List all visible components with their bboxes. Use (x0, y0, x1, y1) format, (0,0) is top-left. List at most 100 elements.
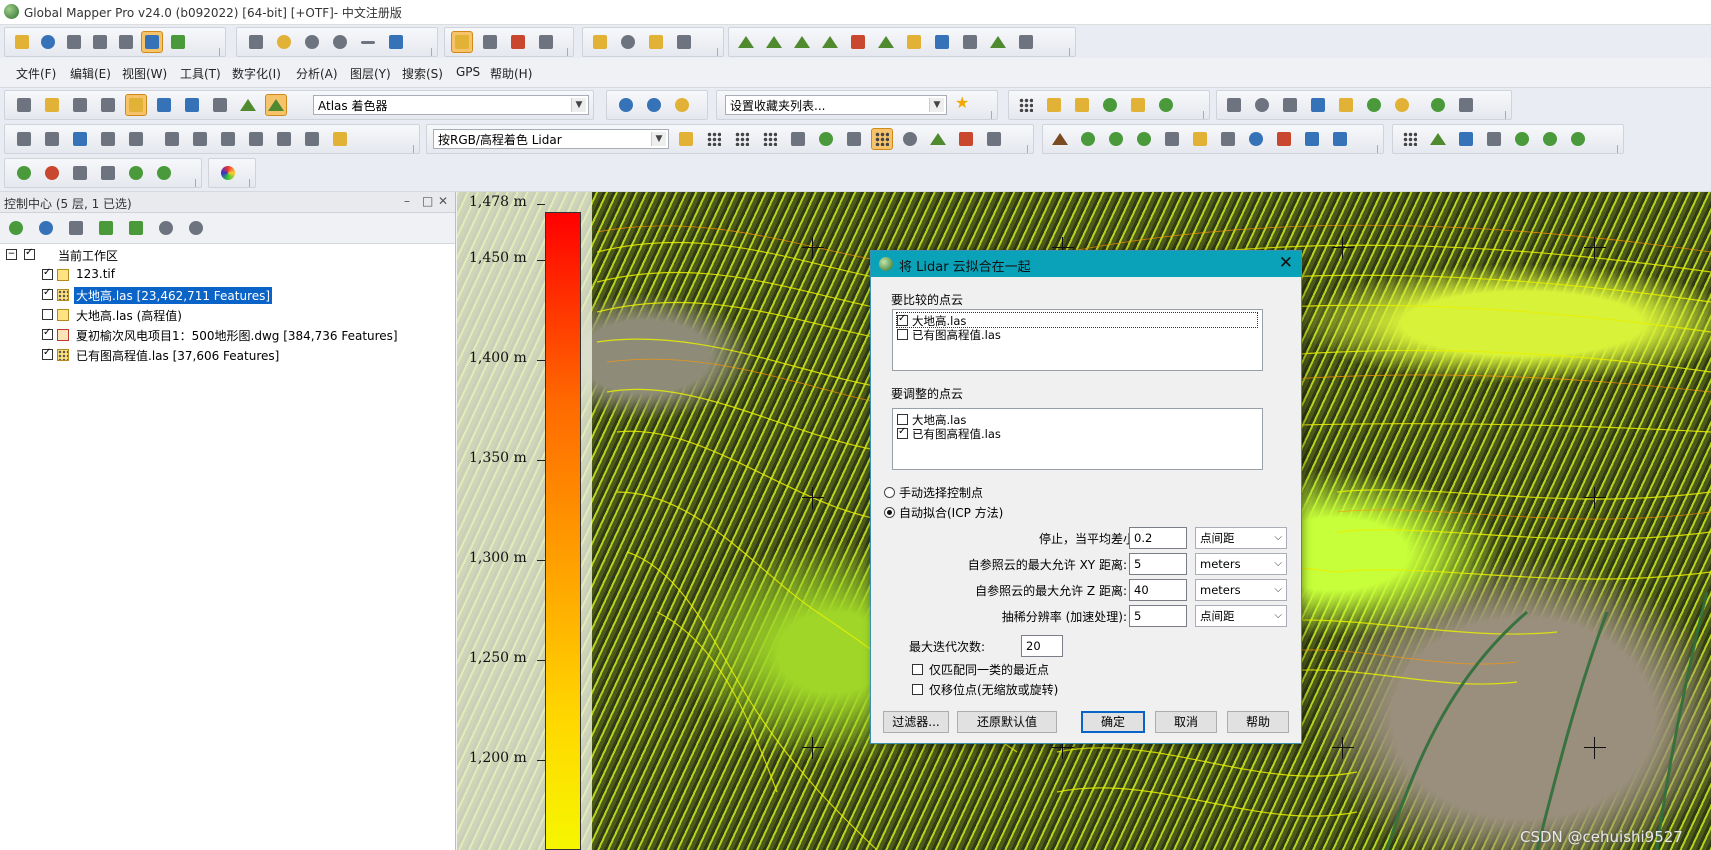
layer-checkbox[interactable] (42, 327, 53, 340)
extract-terrain-icon[interactable] (1427, 128, 1449, 150)
menu-help[interactable]: 帮助(H) (490, 65, 532, 82)
toolbar-grip[interactable] (249, 179, 255, 187)
restore-icon[interactable]: □ (422, 194, 433, 208)
contour-icon[interactable] (763, 31, 785, 53)
filter-button[interactable]: 过滤器... (883, 711, 949, 733)
lidar-brush-icon[interactable] (1155, 94, 1177, 116)
raster-calc-icon[interactable] (931, 31, 953, 53)
extract-shape-icon[interactable] (1539, 128, 1561, 150)
metadata-icon[interactable] (66, 218, 86, 238)
split-icon[interactable] (125, 128, 147, 150)
decimation-unit-select[interactable]: 点间距 ⌵ (1195, 605, 1287, 627)
ground-class-icon[interactable] (1049, 128, 1071, 150)
adjust-checkbox[interactable] (897, 426, 908, 439)
toolbar-grip[interactable] (1027, 145, 1033, 153)
fast-rabbit-icon[interactable] (97, 162, 119, 184)
extract-pole-icon[interactable] (1483, 128, 1505, 150)
favorite-star-icon[interactable]: ★ (953, 94, 975, 116)
pan-hand-icon[interactable] (273, 31, 295, 53)
lidar-noise-icon[interactable] (983, 128, 1005, 150)
menu-edit[interactable]: 编辑(E) (70, 65, 111, 82)
max-z-input[interactable]: 40 (1129, 579, 1187, 601)
hillshade-icon[interactable] (125, 94, 147, 116)
lidar-profile-icon[interactable] (1043, 94, 1065, 116)
ok-button[interactable]: 确定 (1081, 711, 1145, 733)
water-drop-icon[interactable] (1245, 128, 1267, 150)
lidar-terrain-icon[interactable] (927, 128, 949, 150)
point-icon[interactable] (217, 128, 239, 150)
color-wheel-icon[interactable] (217, 162, 239, 184)
lidar-query-icon[interactable] (759, 128, 781, 150)
layer-row[interactable]: 大地高.las (高程值) (42, 306, 442, 324)
terrain-color-icon[interactable] (237, 94, 259, 116)
terrain-profile-icon[interactable] (735, 31, 757, 53)
zoom-in-icon[interactable] (301, 31, 323, 53)
shader-select[interactable]: Atlas 着色器 ▼ (313, 95, 589, 115)
toolbar-grip[interactable] (991, 111, 997, 119)
toolbar-grip[interactable] (1203, 111, 1209, 119)
lidar-control-icon[interactable] (1307, 94, 1329, 116)
auto-icp-radio[interactable] (884, 507, 895, 518)
fence-icon[interactable] (1329, 128, 1351, 150)
lidar-eraser-icon[interactable] (1363, 94, 1385, 116)
area-icon[interactable] (245, 128, 267, 150)
create-line-icon[interactable] (161, 128, 183, 150)
hide-layer-icon[interactable] (186, 218, 206, 238)
minimize-icon[interactable]: – (404, 194, 410, 208)
max-iterations-input[interactable]: 20 (1021, 635, 1063, 657)
chevron-down-icon[interactable]: ▼ (651, 132, 666, 146)
close-icon[interactable]: ✕ (438, 194, 448, 208)
slow-turtle-icon[interactable] (69, 162, 91, 184)
edit-vertex-icon[interactable] (41, 128, 63, 150)
max-z-unit-select[interactable]: meters ⌵ (1195, 579, 1287, 601)
extract-building-icon[interactable] (1455, 128, 1477, 150)
3d-view-icon[interactable] (97, 94, 119, 116)
menu-tools[interactable]: 工具(T) (180, 65, 221, 82)
lidar-grid-icon[interactable] (787, 128, 809, 150)
delete-x-icon[interactable] (507, 31, 529, 53)
lidar-search-icon[interactable] (731, 128, 753, 150)
show-layer-icon[interactable] (156, 218, 176, 238)
low-veg-icon[interactable] (1077, 128, 1099, 150)
layer-checkbox[interactable] (42, 309, 53, 320)
toolbar-grip[interactable] (413, 145, 419, 153)
tree-icon[interactable] (1133, 128, 1155, 150)
cut-fill-icon[interactable] (903, 31, 925, 53)
measure-ruler-icon[interactable] (589, 31, 611, 53)
check-icon[interactable] (1427, 94, 1449, 116)
print-icon[interactable] (89, 31, 111, 53)
lidar-triangle-icon[interactable] (843, 128, 865, 150)
zoom-to-layer-icon[interactable] (6, 218, 26, 238)
manual-control-radio[interactable] (884, 487, 895, 498)
medium-veg-icon[interactable] (1105, 128, 1127, 150)
atlas-shader-icon[interactable] (265, 94, 287, 116)
elevation-scale-icon[interactable] (181, 94, 203, 116)
overview-icon[interactable] (167, 31, 189, 53)
pole-icon[interactable] (1189, 128, 1211, 150)
powerline-icon[interactable] (1217, 128, 1239, 150)
building-icon[interactable] (1161, 128, 1183, 150)
layers-icon[interactable] (141, 31, 163, 53)
extract-sign-icon[interactable] (1511, 128, 1533, 150)
layer-row[interactable]: 大地高.las [23,462,711 Features] (42, 286, 442, 304)
water-level-icon[interactable] (153, 94, 175, 116)
collapse-toggle-icon[interactable]: − (6, 249, 17, 260)
menu-analysis[interactable]: 分析(A) (296, 65, 338, 82)
favorites-select[interactable]: 设置收藏夹列表... ▼ (725, 95, 947, 115)
shader-brush-icon[interactable] (41, 94, 63, 116)
menu-layer[interactable]: 图层(Y) (350, 65, 391, 82)
toolbar-grip[interactable] (567, 48, 573, 56)
layer-row[interactable]: 夏初榆次风电项目1：500地形图.dwg [384,736 Features] (42, 326, 452, 344)
menu-search[interactable]: 搜索(S) (402, 65, 443, 82)
layer-checkbox[interactable] (42, 267, 53, 280)
layer-row[interactable]: 已有图高程值.las [37,606 Features] (42, 346, 442, 364)
list-item[interactable]: 大地高.las (896, 312, 1258, 328)
point-cloud-icon[interactable] (703, 128, 725, 150)
lidar-sphere-icon[interactable] (899, 128, 921, 150)
chevron-down-icon[interactable]: ▼ (929, 98, 944, 112)
info-icon[interactable] (617, 31, 639, 53)
web-map-icon[interactable] (615, 94, 637, 116)
toolbar-grip[interactable] (1617, 145, 1623, 153)
workspace-checkbox[interactable] (24, 247, 35, 260)
layer-checkbox[interactable] (42, 347, 53, 360)
